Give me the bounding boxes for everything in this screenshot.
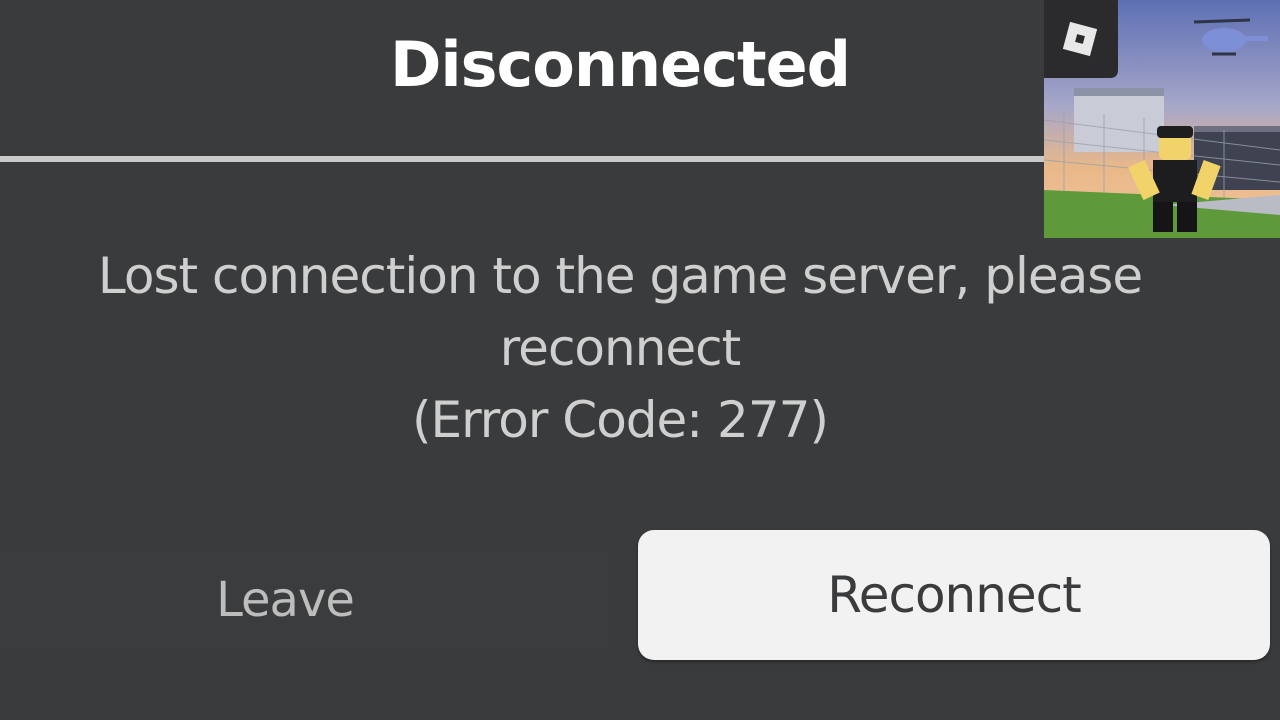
disconnected-dialog: Disconnected Lost connection to the game… — [0, 0, 1280, 720]
message-line-2: reconnect — [499, 319, 742, 377]
reconnect-button[interactable]: Reconnect — [638, 530, 1270, 660]
error-code-text: (Error Code: 277) — [412, 391, 829, 449]
leave-button[interactable]: Leave — [0, 545, 610, 655]
game-scene-thumbnail — [1044, 0, 1280, 238]
message-line-1: Lost connection to the game server, plea… — [97, 247, 1143, 305]
dialog-message: Lost connection to the game server, plea… — [60, 240, 1180, 456]
